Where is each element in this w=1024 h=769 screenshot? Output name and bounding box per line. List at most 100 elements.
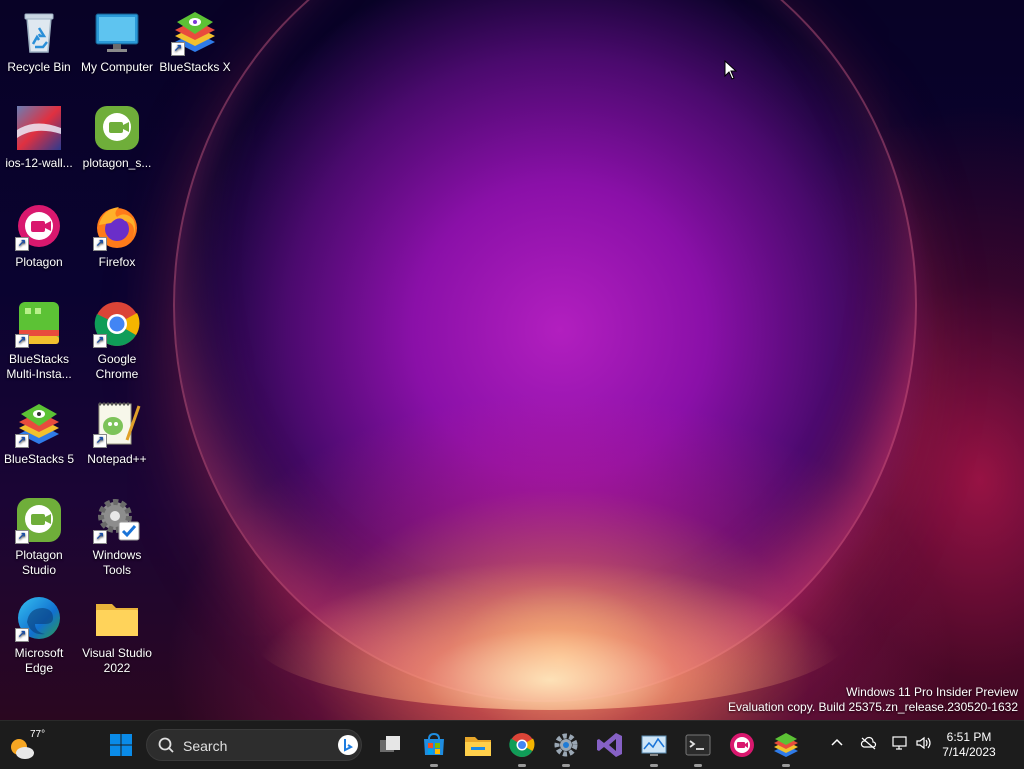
plotagon-icon: ↗ — [15, 203, 63, 251]
shortcut-arrow-icon: ↗ — [171, 42, 185, 56]
taskbar-plotagon[interactable] — [726, 729, 758, 761]
wallpaper-ring — [175, 0, 915, 700]
plotagon-studio-icon: ↗ — [15, 496, 63, 544]
desktop-icon-label: My Computer — [80, 60, 154, 74]
running-indicator — [430, 764, 438, 767]
desktop-icon-label: Visual Studio 2022 — [82, 646, 152, 675]
shortcut-arrow-icon: ↗ — [93, 334, 107, 348]
edge-icon: ↗ — [15, 594, 63, 642]
recycle-bin-icon — [15, 8, 63, 56]
shortcut-arrow-icon: ↗ — [15, 530, 29, 544]
desktop-icon-label: ios-12-wall... — [5, 156, 73, 170]
network-icon — [892, 736, 907, 750]
taskbar-chrome[interactable] — [506, 729, 538, 767]
file-explorer-icon — [465, 737, 491, 756]
taskbar-search-box[interactable]: Search — [146, 729, 362, 761]
chevron-up-icon — [831, 738, 843, 746]
taskbar-terminal[interactable] — [682, 729, 714, 767]
desktop-icon-label: Recycle Bin — [7, 60, 71, 74]
taskbar-settings[interactable] — [550, 729, 582, 767]
taskbar-clock[interactable]: 6:51 PM 7/14/2023 — [934, 730, 1004, 760]
firefox-icon: ↗ — [93, 203, 141, 251]
visual-studio-icon — [597, 733, 622, 757]
plotagon-icon — [730, 733, 754, 757]
desktop-icon-label: Plotagon Studio — [15, 548, 63, 577]
desktop-icon-bluestacks-5[interactable]: ↗ BlueStacks 5 — [1, 400, 77, 467]
running-indicator — [518, 764, 526, 767]
desktop-icon-bluestacks-x[interactable]: ↗ BlueStacks X — [157, 8, 233, 75]
bluestacks-icon: ↗ — [15, 400, 63, 448]
desktop-icon-label: Notepad++ — [87, 452, 147, 466]
desktop-icon-plotagon[interactable]: ↗ Plotagon — [1, 203, 77, 270]
running-indicator — [782, 764, 790, 767]
taskbar-monitor-app[interactable] — [638, 729, 670, 767]
show-hidden-icons-button[interactable] — [827, 735, 847, 755]
plotagon-studio-icon — [93, 104, 141, 152]
desktop-icon-google-chrome[interactable]: ↗ Google Chrome — [79, 300, 155, 382]
task-view-icon — [380, 736, 400, 752]
desktop-icon-firefox[interactable]: ↗ Firefox — [79, 203, 155, 270]
watermark-line2: Evaluation copy. Build 25375.zn_release.… — [728, 700, 1018, 714]
desktop-icon-notepadpp[interactable]: ↗ Notepad++ — [79, 400, 155, 467]
chrome-icon — [509, 733, 535, 758]
microsoft-store-icon — [424, 732, 444, 755]
desktop-icon-ios-wallpaper[interactable]: ios-12-wall... — [1, 104, 77, 171]
desktop-icon-label: BlueStacks 5 — [3, 452, 75, 466]
search-icon — [158, 737, 174, 753]
desktop-icon-plotagon-file[interactable]: plotagon_s... — [79, 104, 155, 171]
watermark-line1: Windows 11 Pro Insider Preview — [846, 685, 1018, 699]
desktop-icon-recycle-bin[interactable]: Recycle Bin — [1, 8, 77, 75]
desktop-icon-bluestacks-multi[interactable]: ↗ BlueStacks Multi-Insta... — [1, 300, 77, 382]
clock-time: 6:51 PM — [946, 730, 992, 744]
chrome-icon: ↗ — [93, 300, 141, 348]
desktop-icon-windows-tools[interactable]: ↗ Windows Tools — [79, 496, 155, 578]
clock-date: 7/14/2023 — [942, 745, 996, 759]
desktop-icon-my-computer[interactable]: My Computer — [79, 8, 155, 75]
shortcut-arrow-icon: ↗ — [15, 237, 29, 251]
terminal-icon — [685, 734, 711, 756]
windows-tools-icon: ↗ — [93, 496, 141, 544]
desktop-icon-visual-studio-folder[interactable]: Visual Studio 2022 — [79, 594, 155, 676]
desktop-icon-label: BlueStacks Multi-Insta... — [6, 352, 72, 381]
onedrive-tray-button[interactable] — [859, 735, 879, 755]
bluestacks-multi-icon: ↗ — [15, 300, 63, 348]
taskbar-visual-studio[interactable] — [594, 729, 626, 761]
notepadpp-icon: ↗ — [93, 400, 141, 448]
shortcut-arrow-icon: ↗ — [93, 530, 107, 544]
taskbar-file-explorer[interactable] — [462, 729, 494, 761]
desktop-icon-plotagon-studio[interactable]: ↗ Plotagon Studio — [1, 496, 77, 578]
gear-icon — [554, 733, 578, 757]
desktop-icon-label: Windows Tools — [92, 548, 142, 577]
shortcut-arrow-icon: ↗ — [93, 434, 107, 448]
desktop-icon-label: BlueStacks X — [159, 60, 231, 74]
desktop-icon-label: Google Chrome — [95, 352, 139, 381]
shortcut-arrow-icon: ↗ — [15, 628, 29, 642]
mouse-cursor-icon — [724, 59, 738, 85]
shortcut-arrow-icon: ↗ — [15, 434, 29, 448]
weather-widget[interactable]: 77° — [8, 729, 48, 761]
folder-icon — [93, 594, 141, 642]
windows-logo-icon — [110, 734, 132, 756]
performance-monitor-icon — [641, 735, 667, 756]
running-indicator — [562, 764, 570, 767]
start-button[interactable] — [105, 729, 137, 761]
speaker-icon — [916, 736, 931, 750]
running-indicator — [694, 764, 702, 767]
volume-tray-button[interactable] — [914, 735, 934, 755]
desktop-icon-microsoft-edge[interactable]: ↗ Microsoft Edge — [1, 594, 77, 676]
task-view-button[interactable] — [374, 729, 406, 761]
desktop-icon-label: Microsoft Edge — [14, 646, 64, 675]
bluestacks-icon — [774, 733, 798, 757]
shortcut-arrow-icon: ↗ — [15, 334, 29, 348]
weather-temperature: 77° — [30, 729, 46, 740]
image-file-icon — [15, 104, 63, 152]
taskbar-app-store[interactable] — [418, 729, 450, 767]
taskbar-bluestacks[interactable] — [770, 729, 802, 767]
taskbar: 77° Search 6:51 PM 7/14/2023 — [0, 720, 1024, 769]
bing-icon[interactable] — [337, 734, 359, 756]
desktop-icon-label: Plotagon — [15, 255, 63, 269]
evaluation-watermark: Windows 11 Pro Insider Preview Evaluatio… — [728, 685, 1018, 715]
running-indicator — [650, 764, 658, 767]
shortcut-arrow-icon: ↗ — [93, 237, 107, 251]
network-tray-button[interactable] — [890, 735, 910, 755]
